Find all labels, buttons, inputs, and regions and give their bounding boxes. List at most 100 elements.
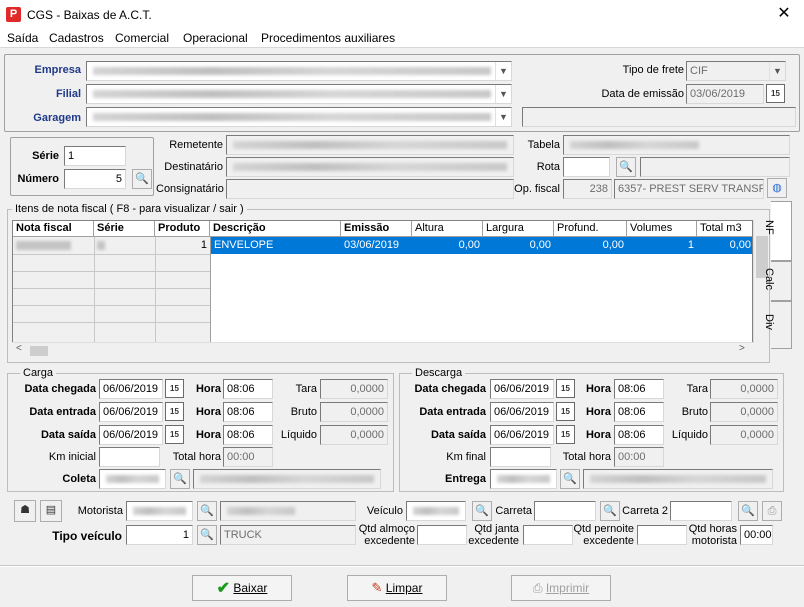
col-volumes[interactable]: Volumes [627,221,697,237]
km-inicial-field[interactable] [99,447,160,467]
cell-produto[interactable]: 1 [155,237,210,254]
qtd-pernoite-field[interactable] [637,525,687,545]
binoculars-icon[interactable]: 🔍 [197,525,217,545]
col-profund[interactable]: Profund. [554,221,627,237]
calendar-icon[interactable]: 15 [766,84,785,103]
carga-data-chegada[interactable]: 06/06/2019 [99,379,163,399]
cell-total-m3[interactable]: 0,00 [697,237,752,254]
binoculars-icon[interactable]: 🔍 [132,169,152,189]
km-final-field[interactable] [490,447,551,467]
cell-emissao[interactable]: 03/06/2019 [341,237,412,254]
menu-saida[interactable]: Saída [7,31,38,45]
carga-tara[interactable]: 0,0000 [320,379,388,399]
cell-altura[interactable]: 0,00 [412,237,483,254]
carga-total-hora[interactable]: 00:00 [223,447,273,467]
cell-descricao[interactable]: ENVELOPE [211,237,341,254]
tab-nf[interactable]: NF [763,201,792,261]
binoculars-icon[interactable]: 🔍 [197,501,217,521]
rota-field[interactable] [563,157,610,177]
calendar-icon[interactable]: 15 [165,379,184,398]
carga-hora-entrada[interactable]: 08:06 [223,402,273,422]
baixar-button[interactable]: ✔ Baixar [192,575,292,601]
carga-data-entrada[interactable]: 06/06/2019 [99,402,163,422]
chevron-right-icon[interactable]: > [739,343,745,354]
descarga-hora-saida[interactable]: 08:06 [614,425,664,445]
calendar-icon[interactable]: 15 [165,425,184,444]
tab-div[interactable]: Div [763,301,792,349]
cell-largura[interactable]: 0,00 [483,237,554,254]
document-icon[interactable]: ▤ [40,500,62,522]
imprimir-button[interactable]: ⎙ Imprimir [511,575,611,601]
col-serie[interactable]: Série [94,221,155,237]
binoculars-icon[interactable]: 🔍 [170,469,190,489]
col-produto[interactable]: Produto [155,221,210,237]
binoculars-icon[interactable]: 🔍 [560,469,580,489]
op-fiscal-code[interactable]: 238 [563,179,612,199]
col-descricao[interactable]: Descrição [210,221,341,237]
horizontal-scrollbar[interactable]: < > [12,342,753,358]
chevron-down-icon[interactable]: ▼ [495,85,511,103]
carga-hora-saida[interactable]: 08:06 [223,425,273,445]
coleta-code[interactable] [99,469,166,489]
carga-hora-chegada[interactable]: 08:06 [223,379,273,399]
col-nota-fiscal[interactable]: Nota fiscal [13,221,94,237]
calendar-icon[interactable]: 15 [556,402,575,421]
chevron-down-icon[interactable]: ▼ [769,62,785,80]
qtd-horas-field[interactable]: 00:00 [740,525,773,545]
empresa-combo[interactable]: ▼ [86,61,512,81]
globe-icon[interactable]: ◍ [767,178,787,198]
qtd-janta-field[interactable] [523,525,573,545]
descarga-data-saida[interactable]: 06/06/2019 [490,425,554,445]
calendar-icon[interactable]: 15 [556,379,575,398]
descarga-data-chegada[interactable]: 06/06/2019 [490,379,554,399]
motorista-code[interactable] [126,501,193,521]
descarga-tara[interactable]: 0,0000 [710,379,778,399]
carga-data-saida[interactable]: 06/06/2019 [99,425,163,445]
descarga-liquido[interactable]: 0,0000 [710,425,778,445]
veiculo-field[interactable] [406,501,466,521]
calendar-icon[interactable]: 15 [165,402,184,421]
menu-comercial[interactable]: Comercial [115,31,169,45]
col-emissao[interactable]: Emissão [341,221,412,237]
qtd-almoco-field[interactable] [417,525,467,545]
scroll-thumb[interactable] [30,346,48,356]
items-grid[interactable]: Nota fiscal Série Produto Descrição Emis… [12,220,753,343]
descarga-hora-entrada[interactable]: 08:06 [614,402,664,422]
binoculars-icon[interactable]: 🔍 [616,157,636,177]
binoculars-icon[interactable]: 🔍 [600,501,620,521]
tipo-veiculo-code[interactable]: 1 [126,525,193,545]
carreta-field[interactable] [534,501,596,521]
driver-icon[interactable]: ☗ [14,500,36,522]
binoculars-icon[interactable]: 🔍 [738,501,758,521]
tab-calc[interactable]: Calc [763,261,792,301]
carreta2-field[interactable] [670,501,732,521]
menu-cadastros[interactable]: Cadastros [49,31,104,45]
descarga-bruto[interactable]: 0,0000 [710,402,778,422]
cell-volumes[interactable]: 1 [627,237,697,254]
calendar-icon[interactable]: 15 [556,425,575,444]
entrega-code[interactable] [490,469,557,489]
binoculars-icon[interactable]: 🔍 [472,501,492,521]
carga-bruto[interactable]: 0,0000 [320,402,388,422]
tipo-frete-combo[interactable]: CIF ▼ [686,61,786,81]
chevron-left-icon[interactable]: < [16,343,22,354]
chevron-down-icon[interactable]: ▼ [495,62,511,80]
limpar-button[interactable]: ✎ Limpar [347,575,447,601]
cell-profund[interactable]: 0,00 [554,237,627,254]
col-altura[interactable]: Altura [412,221,483,237]
close-button[interactable]: ✕ [772,4,796,26]
chevron-down-icon[interactable]: ▼ [495,108,511,126]
garagem-combo[interactable]: ▼ [86,107,512,127]
descarga-data-entrada[interactable]: 06/06/2019 [490,402,554,422]
descarga-hora-chegada[interactable]: 08:06 [614,379,664,399]
col-total-m3[interactable]: Total m3 [697,221,752,237]
printer-icon[interactable]: ⎙ [762,501,782,521]
menu-operacional[interactable]: Operacional [183,31,248,45]
serie-field[interactable]: 1 [64,146,126,166]
filial-combo[interactable]: ▼ [86,84,512,104]
numero-field[interactable]: 5 [64,169,126,189]
menu-procedimentos[interactable]: Procedimentos auxiliares [261,31,395,45]
col-largura[interactable]: Largura [483,221,554,237]
carga-liquido[interactable]: 0,0000 [320,425,388,445]
descarga-total-hora[interactable]: 00:00 [614,447,664,467]
